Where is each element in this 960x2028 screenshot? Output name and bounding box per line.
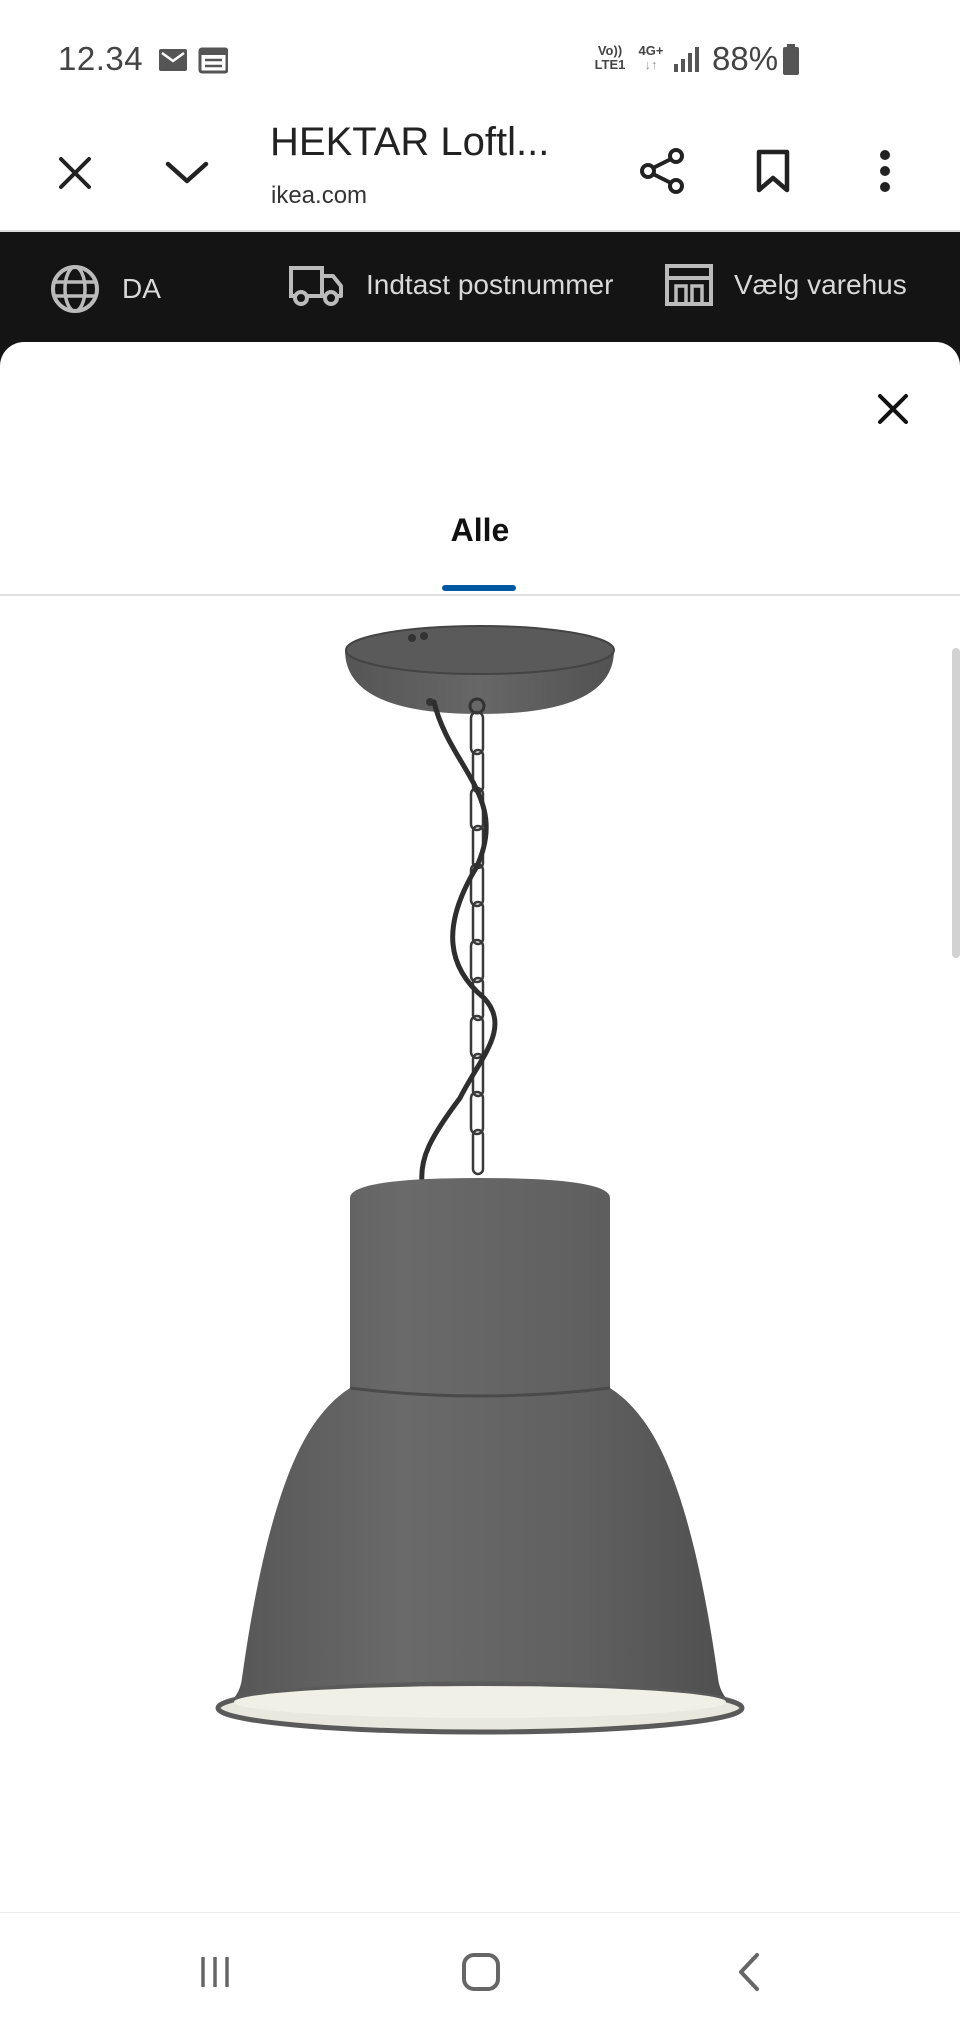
network-gen: 4G+ [638,43,664,58]
status-time: 12.34 [58,40,144,77]
close-icon [878,394,908,424]
ikea-utility-bar: DA Indtast postnummer Vælg varehus [0,232,960,342]
store-label: Vælg varehus [734,269,907,300]
more-vertical-icon [880,150,890,192]
network-gen-indicator: 4G+ ↓↑ [636,44,666,72]
network-indicator: Vo)) LTE1 [593,44,627,72]
notification-icons [158,46,229,81]
bookmark-icon [756,149,790,193]
gallery-close-button[interactable] [868,384,918,434]
home-icon [462,1953,500,1991]
recent-apps-icon [201,1957,229,1987]
back-button[interactable] [718,1945,780,1999]
close-icon [59,157,91,189]
minimize-tab-button[interactable] [156,142,218,204]
bookmark-button[interactable] [742,140,804,202]
back-chevron-icon [739,1953,759,1991]
battery-icon [783,44,799,75]
close-tab-button[interactable] [44,142,106,204]
recent-apps-button[interactable] [184,1945,246,1999]
postcode-label: Indtast postnummer [366,269,614,300]
network-volte: Vo)) [597,43,623,58]
network-lte: LTE1 [594,57,626,72]
tab-all[interactable]: Alle [0,512,960,549]
chevron-down-icon [165,161,209,184]
store-selector[interactable]: Vælg varehus [664,262,907,308]
store-icon [665,264,713,306]
mail-icon [159,47,229,74]
tab-active-indicator [442,585,516,591]
share-icon [640,148,684,194]
more-options-button[interactable] [854,140,916,202]
delivery-truck-icon [289,266,343,306]
home-button[interactable] [450,1945,512,1999]
image-gallery-sheet: Alle [0,342,960,1912]
globe-icon [51,265,99,313]
tab-divider [0,594,960,596]
page-url: ikea.com [271,182,368,209]
product-image[interactable] [0,598,960,1838]
system-navigation-bar [0,1912,960,2028]
language-selector[interactable]: DA [48,262,161,316]
lamp-canopy [345,625,615,715]
status-bar: 12.34 Vo)) LTE1 4G+ ↓↑ 88% [0,0,960,112]
language-label: DA [122,273,161,304]
signal-icon [674,47,699,72]
page-title: HEKTAR Loftl... [270,120,550,164]
lamp-shade [215,1178,745,1735]
pendant-lamp-image [215,625,745,1735]
battery-percent: 88% [712,40,779,77]
share-button[interactable] [632,140,694,202]
browser-toolbar: HEKTAR Loftl... ikea.com [0,112,960,232]
postcode-selector[interactable]: Indtast postnummer [288,262,613,308]
